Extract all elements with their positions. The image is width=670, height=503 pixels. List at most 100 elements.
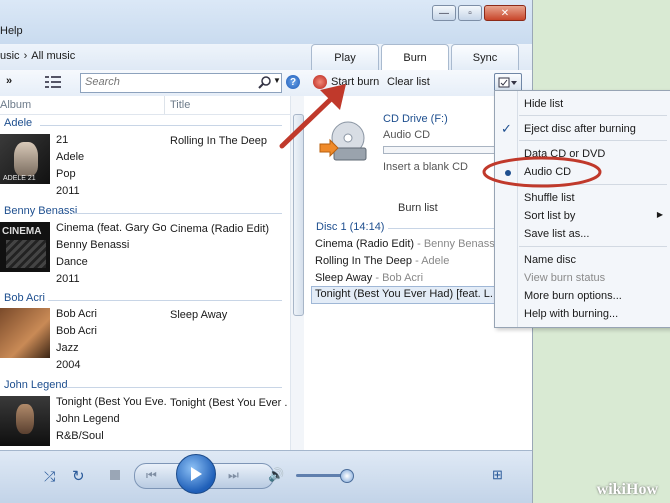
search-input[interactable] — [81, 74, 259, 90]
maximize-button[interactable]: ▫ — [458, 5, 482, 21]
burn-list-item-selected[interactable]: Tonight (Best You Ever Had) [feat. L... — [311, 286, 495, 304]
album-title[interactable]: Tonight (Best You Eve... — [56, 394, 166, 411]
window-controls: — ▫ ✕ — [432, 5, 526, 21]
album-art-john-legend[interactable] — [0, 396, 50, 446]
burn-list-title: Burn list — [398, 202, 438, 214]
album-title[interactable]: Cinema (feat. Gary Go... — [56, 220, 166, 237]
menu-item-hide-list[interactable]: Hide list — [524, 98, 563, 110]
more-commands-chevron[interactable]: » — [6, 75, 12, 87]
title-bar: Help — ▫ ✕ — [0, 0, 532, 44]
album-genre: Jazz — [56, 342, 79, 354]
column-album[interactable]: Album — [0, 99, 31, 111]
album-meta: Tonight (Best You Eve... John Legend R&B… — [56, 394, 166, 445]
column-title[interactable]: Title — [170, 99, 190, 111]
menu-separator — [519, 115, 667, 116]
album-artist: Bob Acri — [56, 325, 97, 337]
artist-group-header[interactable]: Benny Benassi — [0, 204, 290, 220]
breadcrumb-item-all-music[interactable]: All music — [31, 50, 75, 62]
burn-item-sep: - — [412, 255, 422, 267]
album-meta: Bob Acri Bob Acri Jazz 2004 — [56, 306, 166, 374]
search-icon[interactable] — [258, 76, 272, 90]
menu-item-more-options[interactable]: More burn options... — [524, 290, 622, 302]
artist-name: Benny Benassi — [4, 205, 78, 217]
burn-item-title: Tonight (Best You Ever Had) [feat. L... — [315, 288, 495, 300]
burn-item-artist: Adele — [421, 255, 450, 267]
album-genre: R&B/Soul — [56, 430, 104, 442]
album-title[interactable]: 21 — [56, 132, 166, 149]
library-list: Adele ADELE 21 21 Adele Pop 2011 Rolling… — [0, 114, 290, 450]
divider — [66, 387, 282, 388]
switch-to-now-playing-icon[interactable]: ⊞ — [492, 467, 503, 483]
burn-item-title: Sleep Away — [315, 272, 373, 284]
clear-list-button[interactable]: Clear list — [387, 76, 430, 88]
minimize-button[interactable]: — — [432, 5, 456, 21]
burn-list-item[interactable]: Rolling In The Deep - Adele — [315, 255, 449, 267]
album-genre: Dance — [56, 256, 88, 268]
shuffle-icon[interactable]: ⤮ — [44, 468, 55, 485]
burn-list-item[interactable]: Cinema (Radio Edit) - Benny Benassi — [315, 238, 497, 250]
play-button[interactable] — [176, 454, 216, 494]
repeat-icon[interactable]: ↻ — [72, 467, 85, 485]
menu-item-save[interactable]: Save list as... — [524, 228, 589, 240]
artist-group-header[interactable]: Adele — [0, 116, 290, 132]
tab-burn[interactable]: Burn — [381, 44, 449, 71]
artist-name: John Legend — [4, 379, 68, 391]
menu-item-help[interactable]: Help with burning... — [524, 308, 618, 320]
volume-icon[interactable]: 🔊 — [268, 467, 284, 483]
album-art-benassi[interactable]: CINEMA — [0, 222, 50, 272]
menu-separator — [519, 246, 667, 247]
album-title[interactable]: Bob Acri — [56, 306, 166, 323]
cd-drive-label[interactable]: CD Drive (F:) — [383, 113, 448, 125]
track-title[interactable]: Rolling In The Deep — [170, 135, 288, 147]
artist-group-header[interactable]: John Legend — [0, 378, 290, 394]
album-art-text: CINEMA — [2, 226, 42, 237]
album-artist: Adele — [56, 151, 85, 163]
divider — [48, 300, 282, 301]
breadcrumb-separator: › — [23, 50, 28, 62]
burn-item-title: Rolling In The Deep — [315, 255, 413, 267]
next-icon[interactable]: ⏭ — [228, 468, 239, 483]
album-artist: Benny Benassi — [56, 239, 130, 251]
menu-item-eject[interactable]: Eject disc after burning — [524, 123, 636, 135]
play-icon — [191, 467, 202, 481]
stop-icon[interactable] — [110, 470, 120, 480]
menu-item-sort[interactable]: Sort list by — [524, 210, 575, 222]
burn-list-item[interactable]: Sleep Away - Bob Acri — [315, 272, 423, 284]
burn-item-sep: - — [372, 272, 383, 284]
submenu-arrow-icon: ▶ — [656, 210, 663, 219]
menu-item-name-disc[interactable]: Name disc — [524, 254, 576, 266]
album-art-bob-acri[interactable] — [0, 308, 50, 358]
tab-sync[interactable]: Sync — [451, 44, 519, 70]
breadcrumb: usic › All music — [0, 50, 75, 62]
album-meta: 21 Adele Pop 2011 — [56, 132, 166, 200]
burn-options-menu: Hide list ✓ Eject disc after burning Dat… — [494, 90, 670, 328]
burn-options-icon — [498, 77, 517, 88]
close-button[interactable]: ✕ — [484, 5, 526, 21]
album-art-text: ADELE 21 — [3, 175, 36, 182]
disc-label[interactable]: Disc 1 (14:14) — [316, 221, 384, 233]
album-genre: Pop — [56, 168, 76, 180]
artist-name: Adele — [4, 117, 33, 129]
track-title[interactable]: Sleep Away — [170, 309, 288, 321]
menu-item-shuffle[interactable]: Shuffle list — [524, 192, 575, 204]
menu-help[interactable]: Help — [0, 25, 23, 37]
view-options-icon[interactable] — [44, 75, 64, 92]
divider — [72, 213, 282, 214]
volume-slider-thumb[interactable] — [340, 469, 354, 483]
column-header: Album Title — [0, 96, 290, 115]
track-title[interactable]: Cinema (Radio Edit) — [170, 223, 288, 235]
burn-item-artist: Bob Acri — [382, 272, 424, 284]
breadcrumb-item-music[interactable]: usic — [0, 50, 20, 62]
checkmark-icon: ✓ — [501, 121, 512, 136]
previous-icon[interactable]: ⏮ — [146, 468, 157, 483]
burn-item-title: Cinema (Radio Edit) — [315, 238, 415, 250]
album-art-adele[interactable]: ADELE 21 — [0, 134, 50, 184]
burn-item-artist: Benny Benassi — [423, 238, 498, 250]
column-divider[interactable] — [164, 96, 165, 114]
track-title[interactable]: Tonight (Best You Ever ... — [170, 397, 288, 409]
disc-capacity-bar — [383, 146, 495, 154]
artist-group-header[interactable]: Bob Acri — [0, 291, 290, 307]
menu-separator — [519, 140, 667, 141]
artist-name: Bob Acri — [4, 292, 45, 304]
tab-play[interactable]: Play — [311, 44, 379, 70]
